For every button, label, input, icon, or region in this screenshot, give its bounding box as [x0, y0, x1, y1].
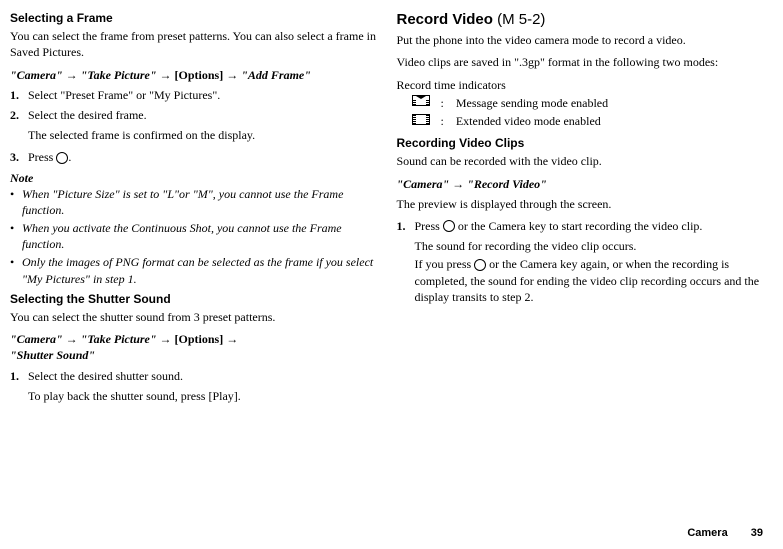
frame-menu-path: "Camera" → "Take Picture" → [Options] → … [10, 67, 377, 83]
frame-step-3: Press . [28, 149, 377, 165]
record-video-preview: The preview is displayed through the scr… [397, 196, 764, 212]
right-column: Record Video (M 5-2) Put the phone into … [397, 10, 764, 410]
shutter-heading: Selecting the Shutter Sound [10, 291, 377, 307]
recording-clips-heading: Recording Video Clips [397, 135, 764, 151]
record-video-saved: Video clips are saved in ".3gp" format i… [397, 54, 764, 70]
indicator-row-message: : Message sending mode enabled [409, 95, 764, 111]
footer-page-number: 39 [751, 527, 763, 539]
frame-step-1: Select "Preset Frame" or "My Pictures". [28, 87, 377, 103]
center-key-icon [443, 220, 455, 232]
extended-mode-icon [409, 114, 433, 129]
note-item-1: When "Picture Size" is set to "L"or "M",… [22, 186, 377, 218]
clips-step-1-detail-1: The sound for recording the video clip o… [397, 238, 764, 254]
shutter-steps: 1. Select the desired shutter sound. [10, 368, 377, 384]
indicator-row-extended: : Extended video mode enabled [409, 113, 764, 129]
clips-step-1: Press or the Camera key to start recordi… [415, 218, 764, 234]
frame-step-2-detail: The selected frame is confirmed on the d… [10, 127, 377, 143]
record-video-heading: Record Video (M 5-2) [397, 10, 764, 30]
indicators-label: Record time indicators [397, 77, 764, 93]
center-key-icon [474, 259, 486, 271]
page-footer: Camera 39 [687, 526, 763, 541]
recording-clips-intro: Sound can be recorded with the video cli… [397, 153, 764, 169]
frame-steps-continued: 3. Press . [10, 149, 377, 165]
center-key-icon [56, 152, 68, 164]
record-video-intro: Put the phone into the video camera mode… [397, 32, 764, 48]
message-mode-icon [409, 95, 433, 110]
footer-section-label: Camera [687, 527, 727, 539]
clips-steps: 1. Press or the Camera key to start reco… [397, 218, 764, 234]
note-item-3: Only the images of PNG format can be sel… [22, 254, 377, 286]
left-column: Selecting a Frame You can select the fra… [10, 10, 377, 410]
shutter-step-1-detail: To play back the shutter sound, press [P… [10, 388, 377, 404]
record-video-path: "Camera" → "Record Video" [397, 176, 764, 192]
shutter-intro: You can select the shutter sound from 3 … [10, 309, 377, 325]
note-item-2: When you activate the Continuous Shot, y… [22, 220, 377, 252]
frame-step-2: Select the desired frame. [28, 107, 377, 123]
frame-steps: 1. Select "Preset Frame" or "My Pictures… [10, 87, 377, 123]
selecting-frame-intro: You can select the frame from preset pat… [10, 28, 377, 60]
shutter-menu-path: "Camera" → "Take Picture" → [Options] → … [10, 331, 377, 363]
clips-step-1-detail-2: If you press or the Camera key again, or… [397, 256, 764, 305]
note-label: Note [10, 170, 377, 186]
note-list: •When "Picture Size" is set to "L"or "M"… [10, 186, 377, 287]
shutter-step-1: Select the desired shutter sound. [28, 368, 377, 384]
selecting-frame-heading: Selecting a Frame [10, 10, 377, 26]
